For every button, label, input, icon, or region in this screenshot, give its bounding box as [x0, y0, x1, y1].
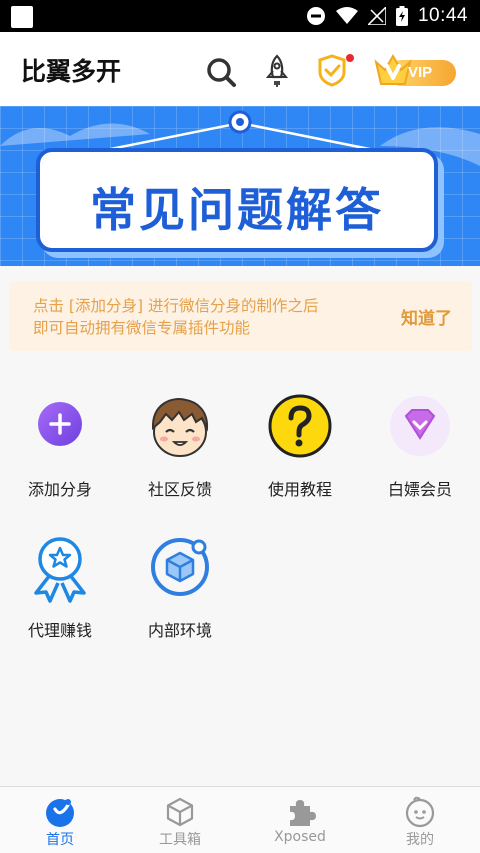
- feature-label: 添加分身: [27, 480, 92, 499]
- nav-label: Xposed: [274, 829, 326, 845]
- nav-home[interactable]: 首页: [0, 787, 120, 853]
- battery-icon: [395, 6, 408, 26]
- nav-toolbox[interactable]: 工具箱: [120, 787, 240, 853]
- feature-label: 代理赚钱: [27, 621, 92, 640]
- box-circle-icon: [151, 538, 209, 596]
- dismiss-tip-button[interactable]: 知道了: [401, 304, 452, 329]
- nav-label: 工具箱: [159, 832, 201, 848]
- home-icon: [46, 799, 74, 827]
- nav-xposed[interactable]: Xposed: [240, 787, 360, 853]
- shield-icon[interactable]: [316, 52, 356, 90]
- plus-circle-icon: [38, 402, 82, 446]
- feature-community-feedback[interactable]: 社区反馈: [120, 394, 240, 504]
- feature-label: 白嫖会员: [387, 480, 452, 499]
- diamond-icon: [390, 396, 450, 456]
- crown-icon: [374, 53, 412, 85]
- feature-agent-earn[interactable]: 代理赚钱: [0, 535, 120, 645]
- nav-label: 首页: [46, 832, 74, 848]
- notification-icon: [11, 6, 33, 28]
- do-not-disturb-icon: [306, 7, 325, 25]
- app-bar: 比翼多开 VIP: [0, 32, 480, 106]
- status-bar: 10:44: [0, 0, 480, 32]
- award-ribbon-icon: [34, 537, 86, 603]
- feature-tutorial[interactable]: 使用教程: [240, 394, 360, 504]
- clock: 10:44: [417, 5, 468, 26]
- feature-label: 内部环境: [147, 621, 212, 640]
- puzzle-icon: [290, 800, 316, 826]
- nav-profile[interactable]: 我的: [360, 787, 480, 853]
- feature-label: 使用教程: [267, 480, 332, 499]
- feature-add-clone[interactable]: 添加分身: [0, 394, 120, 504]
- vip-button[interactable]: VIP: [374, 52, 458, 88]
- bottom-nav: 首页 工具箱 Xposed 我的: [0, 786, 480, 853]
- search-icon[interactable]: [205, 56, 237, 88]
- toolbox-icon: [166, 797, 194, 827]
- faq-banner[interactable]: 常见问题解答: [0, 106, 480, 266]
- banner-title: 常见问题解答: [90, 183, 384, 237]
- vip-label: VIP: [408, 64, 433, 81]
- cartoon-face-icon: [151, 398, 209, 457]
- feature-free-membership[interactable]: 白嫖会员: [360, 394, 480, 504]
- tip-text: 点击 [添加分身] 进行微信分身的制作之后即可自动拥有微信专属插件功能: [33, 297, 319, 337]
- tip-banner: 点击 [添加分身] 进行微信分身的制作之后即可自动拥有微信专属插件功能 知道了: [9, 281, 472, 351]
- signal-icon: [367, 7, 386, 25]
- rocket-icon[interactable]: [262, 54, 292, 88]
- wifi-icon: [335, 7, 358, 24]
- profile-icon: [405, 796, 435, 828]
- question-mark-icon: [268, 394, 332, 458]
- nav-label: 我的: [406, 832, 434, 848]
- banner-card: 常见问题解答: [36, 148, 438, 252]
- app-title: 比翼多开: [21, 57, 122, 86]
- feature-label: 社区反馈: [147, 480, 212, 499]
- feature-internal-env[interactable]: 内部环境: [120, 535, 240, 645]
